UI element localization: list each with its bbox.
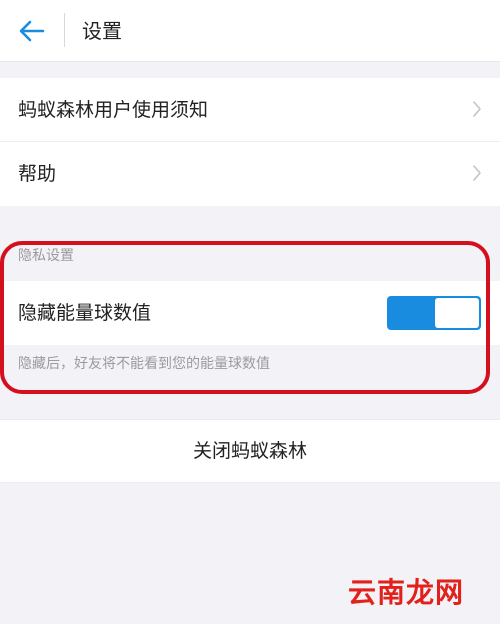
hide-energy-hint: 隐藏后，好友将不能看到您的能量球数值 [18,356,270,372]
back-button[interactable] [12,11,52,51]
menu-group: 蚂蚁森林用户使用须知 帮助 [0,78,500,206]
page-title: 设置 [82,19,122,43]
menu-item-user-notice[interactable]: 蚂蚁森林用户使用须知 [0,78,500,142]
hide-energy-toggle[interactable] [387,296,481,330]
hide-energy-label: 隐藏能量球数值 [18,302,152,324]
chevron-right-icon [473,101,481,117]
app-header: 设置 [0,0,500,62]
watermark: 云南龙网 [347,576,464,609]
header-divider [64,13,65,47]
menu-item-help[interactable]: 帮助 [0,142,500,206]
chevron-right-icon [473,165,481,181]
toggle-knob [435,298,479,328]
close-forest-button[interactable]: 关闭蚂蚁森林 [0,419,500,483]
privacy-section-title: 隐私设置 [18,248,74,264]
menu-item-label: 帮助 [18,163,57,185]
arrow-left-icon [19,20,45,42]
menu-item-label: 蚂蚁森林用户使用须知 [18,99,209,121]
close-forest-label: 关闭蚂蚁森林 [192,440,307,462]
